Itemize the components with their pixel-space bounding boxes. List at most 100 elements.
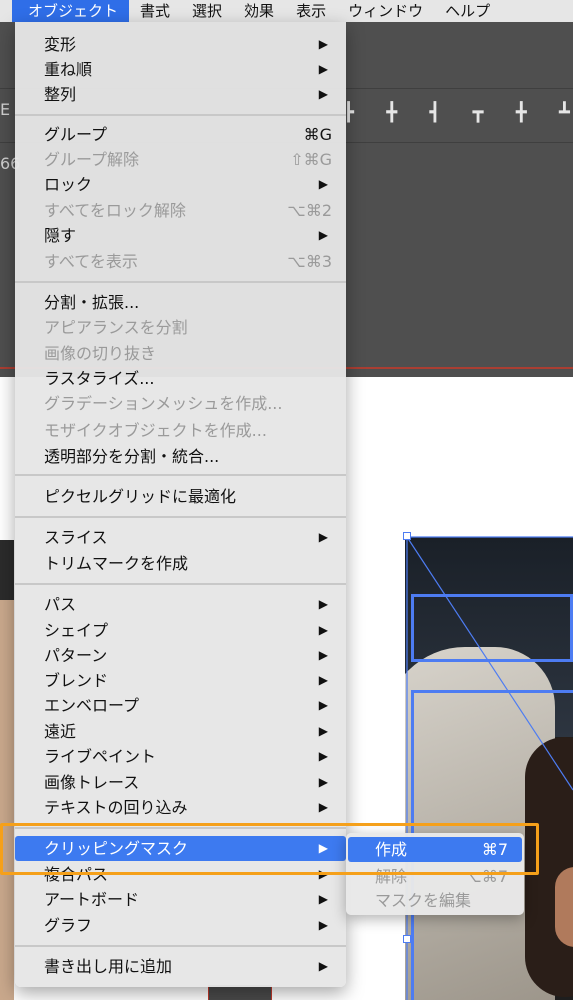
menu-item-label: トリムマークを作成 [44, 554, 189, 573]
menu-item-label: テキストの回り込み [44, 798, 188, 817]
menu-separator [15, 583, 346, 585]
menubar-item[interactable]: 効果 [233, 0, 285, 22]
menu-separator [15, 281, 346, 283]
selection-handle[interactable] [403, 935, 411, 943]
menu-item[interactable]: 隠す ▶ [15, 223, 346, 248]
menu-item-label: すべてを表示 [44, 252, 138, 271]
highlight-annotation [0, 823, 539, 875]
submenu-item: マスクを編集 [348, 888, 522, 913]
menu-item-label: 重ね順 [44, 60, 93, 79]
menu-item[interactable]: 整列 ▶ [15, 82, 346, 107]
menu-item-shortcut: ⌥⌘2 [287, 201, 332, 220]
menu-item[interactable]: エンベロープ ▶ [15, 693, 346, 718]
menubar-item[interactable]: 表示 [285, 0, 337, 22]
menu-item[interactable]: 変形 ▶ [15, 32, 346, 57]
menu-item[interactable]: 画像トレース ▶ [15, 770, 346, 795]
artboard-fragment [208, 985, 272, 1000]
submenu-arrow-icon: ▶ [318, 698, 328, 712]
menu-item[interactable]: シェイプ ▶ [15, 618, 346, 643]
align-horizontal-center-icon[interactable]: ╋ [383, 100, 400, 126]
submenu-item-label: マスクを編集 [375, 891, 472, 910]
align-vertical-center-icon[interactable]: ╋ [513, 100, 530, 126]
artwork-fragment [0, 540, 14, 1000]
align-right-icon[interactable]: ┫ [426, 100, 443, 126]
menu-item[interactable]: アートボード ▶ [15, 887, 346, 912]
menubar-item[interactable]: ヘルプ [434, 0, 501, 22]
menu-item-label: グラデーションメッシュを作成... [44, 394, 283, 413]
menu-item[interactable]: ライブペイント ▶ [15, 744, 346, 769]
submenu-arrow-icon: ▶ [318, 749, 328, 763]
menu-item[interactable]: パターン ▶ [15, 643, 346, 668]
menu-item[interactable]: ラスタライズ... [15, 366, 346, 391]
submenu-arrow-icon: ▶ [318, 648, 328, 662]
menu-item[interactable]: ロック ▶ [15, 172, 346, 197]
menu-item[interactable]: ブレンド ▶ [15, 668, 346, 693]
submenu-arrow-icon: ▶ [318, 959, 328, 973]
menu-separator [15, 474, 346, 476]
menu-item[interactable]: グラフ ▶ [15, 913, 346, 938]
align-bottom-icon[interactable]: ┻ [556, 100, 573, 126]
menu-item-shortcut: ⇧⌘G [290, 150, 332, 169]
selected-rectangle[interactable] [411, 594, 573, 662]
submenu-arrow-icon: ▶ [318, 775, 328, 789]
submenu-arrow-icon: ▶ [318, 724, 328, 738]
menu-item-label: モザイクオブジェクトを作成... [44, 421, 267, 440]
menu-item-label: アピアランスを分割 [44, 318, 188, 337]
menu-item[interactable]: ピクセルグリッドに最適化 [15, 484, 346, 509]
menu-item: すべてをロック解除 ⌥⌘2 [15, 198, 346, 223]
menu-item[interactable]: トリムマークを作成 [15, 551, 346, 576]
menubar-item[interactable]: 書式 [129, 0, 181, 22]
menu-item-label: ライブペイント [44, 747, 157, 766]
submenu-arrow-icon: ▶ [318, 673, 328, 687]
menu-item: グラデーションメッシュを作成... [15, 391, 346, 416]
selection-handle[interactable] [403, 532, 411, 540]
menu-bar: オブジェクト 書式 選択 効果 表示 ウィンドウ ヘルプ [0, 0, 573, 22]
menu-item-label: アートボード [44, 890, 140, 909]
menu-item: すべてを表示 ⌥⌘3 [15, 249, 346, 274]
menu-item-label: パス [44, 595, 77, 614]
menu-item-label: ブレンド [44, 671, 109, 690]
menu-separator [15, 945, 346, 947]
menu-item[interactable]: グループ ⌘G [15, 122, 346, 147]
menu-item[interactable]: スライス ▶ [15, 525, 346, 550]
menu-item-label: 透明部分を分割・統合... [44, 447, 220, 466]
control-bar-label: E [0, 100, 11, 119]
menu-item-label: パターン [44, 646, 108, 665]
menu-item-label: グループ解除 [44, 150, 140, 169]
submenu-arrow-icon: ▶ [318, 228, 328, 242]
submenu-arrow-icon: ▶ [318, 800, 328, 814]
menu-item[interactable]: 書き出し用に追加 ▶ [15, 954, 346, 979]
menubar-item[interactable]: 選択 [181, 0, 233, 22]
menu-item-label: エンベロープ [44, 696, 140, 715]
menu-item[interactable]: 重ね順 ▶ [15, 57, 346, 82]
menu-item-label: 遠近 [44, 722, 77, 741]
menu-item-label: 変形 [44, 35, 77, 54]
submenu-arrow-icon: ▶ [318, 623, 328, 637]
menu-item-label: 書き出し用に追加 [44, 957, 173, 976]
submenu-arrow-icon: ▶ [318, 177, 328, 191]
menu-item-label: 整列 [44, 85, 77, 104]
menu-item-label: 分割・拡張... [44, 293, 140, 312]
align-top-icon[interactable]: ┳ [470, 100, 487, 126]
menu-item-shortcut: ⌘G [303, 125, 332, 144]
submenu-arrow-icon: ▶ [318, 892, 328, 906]
menu-item[interactable]: 遠近 ▶ [15, 719, 346, 744]
artwork-fragment [0, 540, 14, 600]
menu-item[interactable]: パス ▶ [15, 592, 346, 617]
menu-item-label: ラスタライズ... [44, 369, 155, 388]
align-panel: ┣ ╋ ┫ ┳ ╋ ┻ [340, 96, 573, 130]
menu-item: アピアランスを分割 [15, 315, 346, 340]
menu-item[interactable]: テキストの回り込み ▶ [15, 795, 346, 820]
menu-item-shortcut: ⌥⌘3 [287, 252, 332, 271]
submenu-arrow-icon: ▶ [318, 87, 328, 101]
menu-separator [15, 516, 346, 518]
menubar-item[interactable]: ウィンドウ [337, 0, 434, 22]
submenu-arrow-icon: ▶ [318, 918, 328, 932]
menu-item[interactable]: 分割・拡張... [15, 290, 346, 315]
menu-item-label: 画像トレース [44, 773, 140, 792]
menu-item[interactable]: 透明部分を分割・統合... [15, 444, 346, 469]
menu-item-label: ピクセルグリッドに最適化 [44, 487, 237, 506]
menu-item-label: 隠す [44, 226, 77, 245]
menubar-item[interactable]: オブジェクト [12, 0, 130, 22]
menu-item-label: グループ [44, 125, 108, 144]
